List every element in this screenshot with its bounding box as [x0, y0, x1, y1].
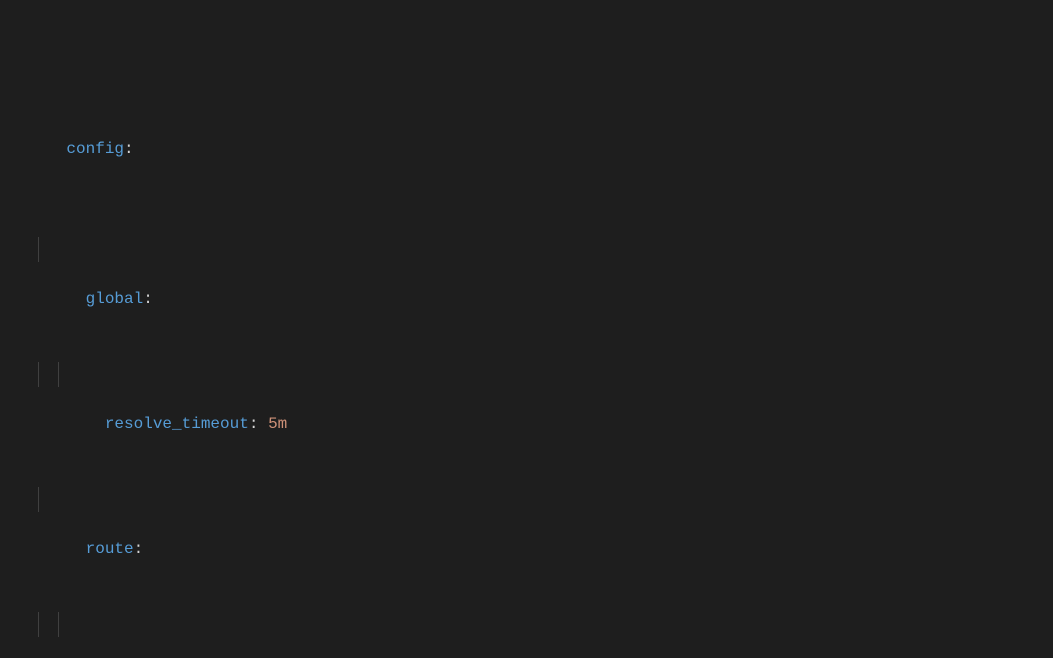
yaml-key: route	[86, 540, 134, 558]
code-line: config:	[28, 112, 1053, 137]
code-line: route:	[28, 487, 1053, 512]
code-line: group_by: ['job']	[28, 612, 1053, 637]
code-line: global:	[28, 237, 1053, 262]
code-line: resolve_timeout: 5m	[28, 362, 1053, 387]
code-editor[interactable]: config: global: resolve_timeout: 5m rout…	[0, 0, 1053, 658]
colon: :	[124, 140, 134, 158]
yaml-key: config	[66, 140, 124, 158]
yaml-value: 5m	[268, 415, 287, 433]
yaml-key: global	[86, 290, 144, 308]
yaml-key: resolve_timeout	[105, 415, 249, 433]
